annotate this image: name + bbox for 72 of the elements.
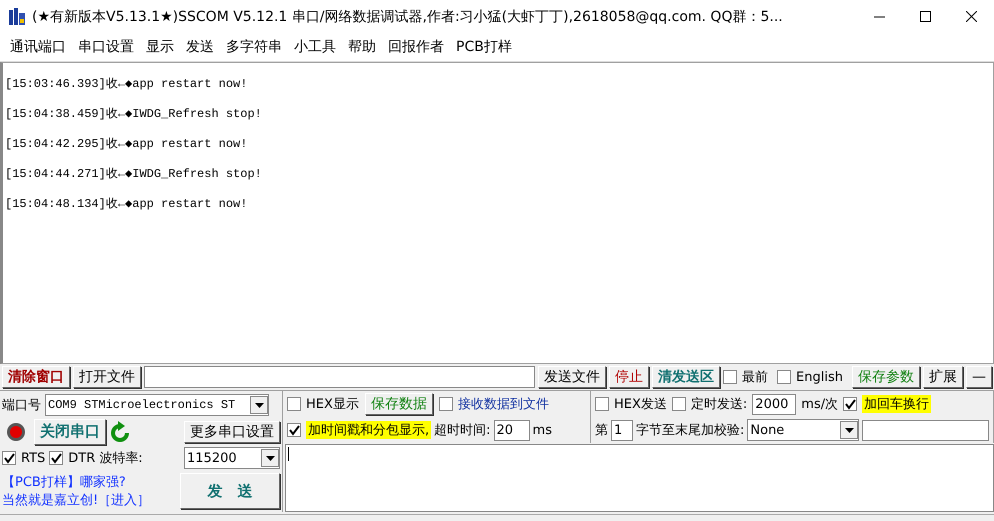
expand-button[interactable]: 扩展 bbox=[923, 366, 963, 388]
dropdown-arrow-icon bbox=[844, 428, 854, 432]
add-crlf-checkbox[interactable] bbox=[843, 397, 858, 411]
dtr-checkbox[interactable] bbox=[49, 451, 64, 465]
baud-rate-select[interactable]: 115200 bbox=[184, 447, 280, 469]
rts-checkbox[interactable] bbox=[2, 451, 16, 465]
hex-send-checkbox[interactable] bbox=[595, 397, 609, 411]
collapse-button[interactable]: — bbox=[966, 366, 992, 388]
menu-item[interactable]: 回报作者 bbox=[382, 38, 450, 56]
menu-item[interactable]: 发送 bbox=[180, 38, 220, 56]
menu-item[interactable]: 帮助 bbox=[342, 38, 382, 56]
checkbox-label: 加时间戳和分包显示, bbox=[306, 421, 432, 439]
save-params-button[interactable]: 保存参数 bbox=[852, 366, 920, 388]
byte-field[interactable]: 1 bbox=[611, 420, 633, 440]
file-path-field[interactable] bbox=[144, 366, 536, 388]
clear-send-button[interactable]: 清发送区 bbox=[652, 366, 720, 388]
close-port-button[interactable]: 关闭串口 bbox=[34, 418, 106, 444]
checkbox-label: RTS bbox=[21, 450, 46, 466]
checkbox-label: DTR bbox=[68, 450, 96, 466]
clear-window-button[interactable]: 清除窗口 bbox=[2, 366, 70, 388]
refresh-icon[interactable] bbox=[110, 420, 130, 442]
log-line: [15:04:48.134]收←◆app restart now! bbox=[5, 196, 248, 213]
timeout-label: 超时时间: bbox=[434, 422, 491, 439]
window-title: (★有新版本V5.13.1★)SSCOM V5.12.1 串口/网络数据调试器,作者:习小猛(大虾丁丁),2618058@qq.com. QQ群：5... bbox=[31, 8, 784, 26]
promo-link[interactable]: 当然就是嘉立创!［进入］ bbox=[2, 493, 150, 508]
receive-to-file-checkbox[interactable] bbox=[438, 397, 453, 411]
interval-field[interactable]: 2000 bbox=[752, 394, 796, 414]
english-checkbox[interactable] bbox=[777, 370, 792, 384]
checksum-select[interactable]: None bbox=[747, 419, 860, 441]
close-icon bbox=[966, 11, 976, 22]
checkbox-label: 加回车换行 bbox=[862, 395, 932, 413]
maximize-icon bbox=[920, 11, 930, 22]
open-file-button[interactable]: 打开文件 bbox=[73, 366, 141, 388]
checkbox-label: 最前 bbox=[742, 369, 768, 386]
baud-rate-label: 波特率: bbox=[99, 450, 143, 467]
port-label: 端口号 bbox=[2, 397, 41, 414]
app-logo-icon bbox=[8, 6, 26, 26]
byte-prefix-label: 第 bbox=[595, 422, 608, 439]
dropdown-arrow-icon bbox=[266, 456, 274, 460]
timeout-unit: ms bbox=[532, 422, 552, 438]
stop-button[interactable]: 停止 bbox=[609, 366, 650, 388]
timed-send-checkbox[interactable] bbox=[672, 397, 686, 411]
menu-item[interactable]: 通讯端口 bbox=[4, 38, 72, 56]
checkbox-label: English bbox=[796, 370, 843, 384]
dropdown-arrow-icon bbox=[254, 402, 264, 408]
interval-unit: ms/次 bbox=[801, 396, 838, 413]
log-line: [15:04:44.271]收←◆IWDG_Refresh stop! bbox=[5, 166, 263, 183]
topmost-checkbox[interactable] bbox=[723, 370, 738, 384]
checksum-label: 字节至末尾加校验: bbox=[636, 422, 744, 439]
log-line: [15:04:42.295]收←◆app restart now! bbox=[5, 136, 248, 153]
menu-item[interactable]: PCB打样 bbox=[450, 38, 518, 56]
log-line: [15:03:46.393]收←◆app restart now! bbox=[5, 76, 248, 93]
send-button[interactable]: 发 送 bbox=[180, 473, 280, 509]
log-line: [15:04:38.459]收←◆IWDG_Refresh stop! bbox=[5, 106, 263, 123]
menu-item[interactable]: 显示 bbox=[140, 38, 180, 56]
menu-item[interactable]: 多字符串 bbox=[220, 38, 288, 56]
checksum-extra-field[interactable] bbox=[862, 420, 989, 440]
send-text-area[interactable] bbox=[285, 444, 994, 512]
hex-display-checkbox[interactable] bbox=[287, 397, 301, 411]
checkbox-label: 定时发送: bbox=[690, 396, 748, 413]
checkbox-label: HEX显示 bbox=[306, 396, 359, 413]
menu-item[interactable]: 串口设置 bbox=[72, 38, 140, 56]
timeout-field[interactable]: 20 bbox=[494, 420, 530, 440]
send-file-button[interactable]: 发送文件 bbox=[538, 366, 606, 388]
menu-item[interactable]: 小工具 bbox=[288, 38, 342, 56]
promo-link[interactable]: 【PCB打样】哪家强? bbox=[2, 475, 126, 490]
more-port-settings-button[interactable]: 更多串口设置 bbox=[184, 420, 280, 442]
checkbox-label: HEX发送 bbox=[614, 396, 667, 413]
save-data-button[interactable]: 保存数据 bbox=[364, 393, 433, 415]
port-select[interactable]: COM9 STMicroelectronics ST bbox=[45, 394, 269, 416]
timestamp-checkbox[interactable] bbox=[287, 423, 301, 437]
checkbox-label: 接收数据到文件 bbox=[458, 396, 549, 413]
